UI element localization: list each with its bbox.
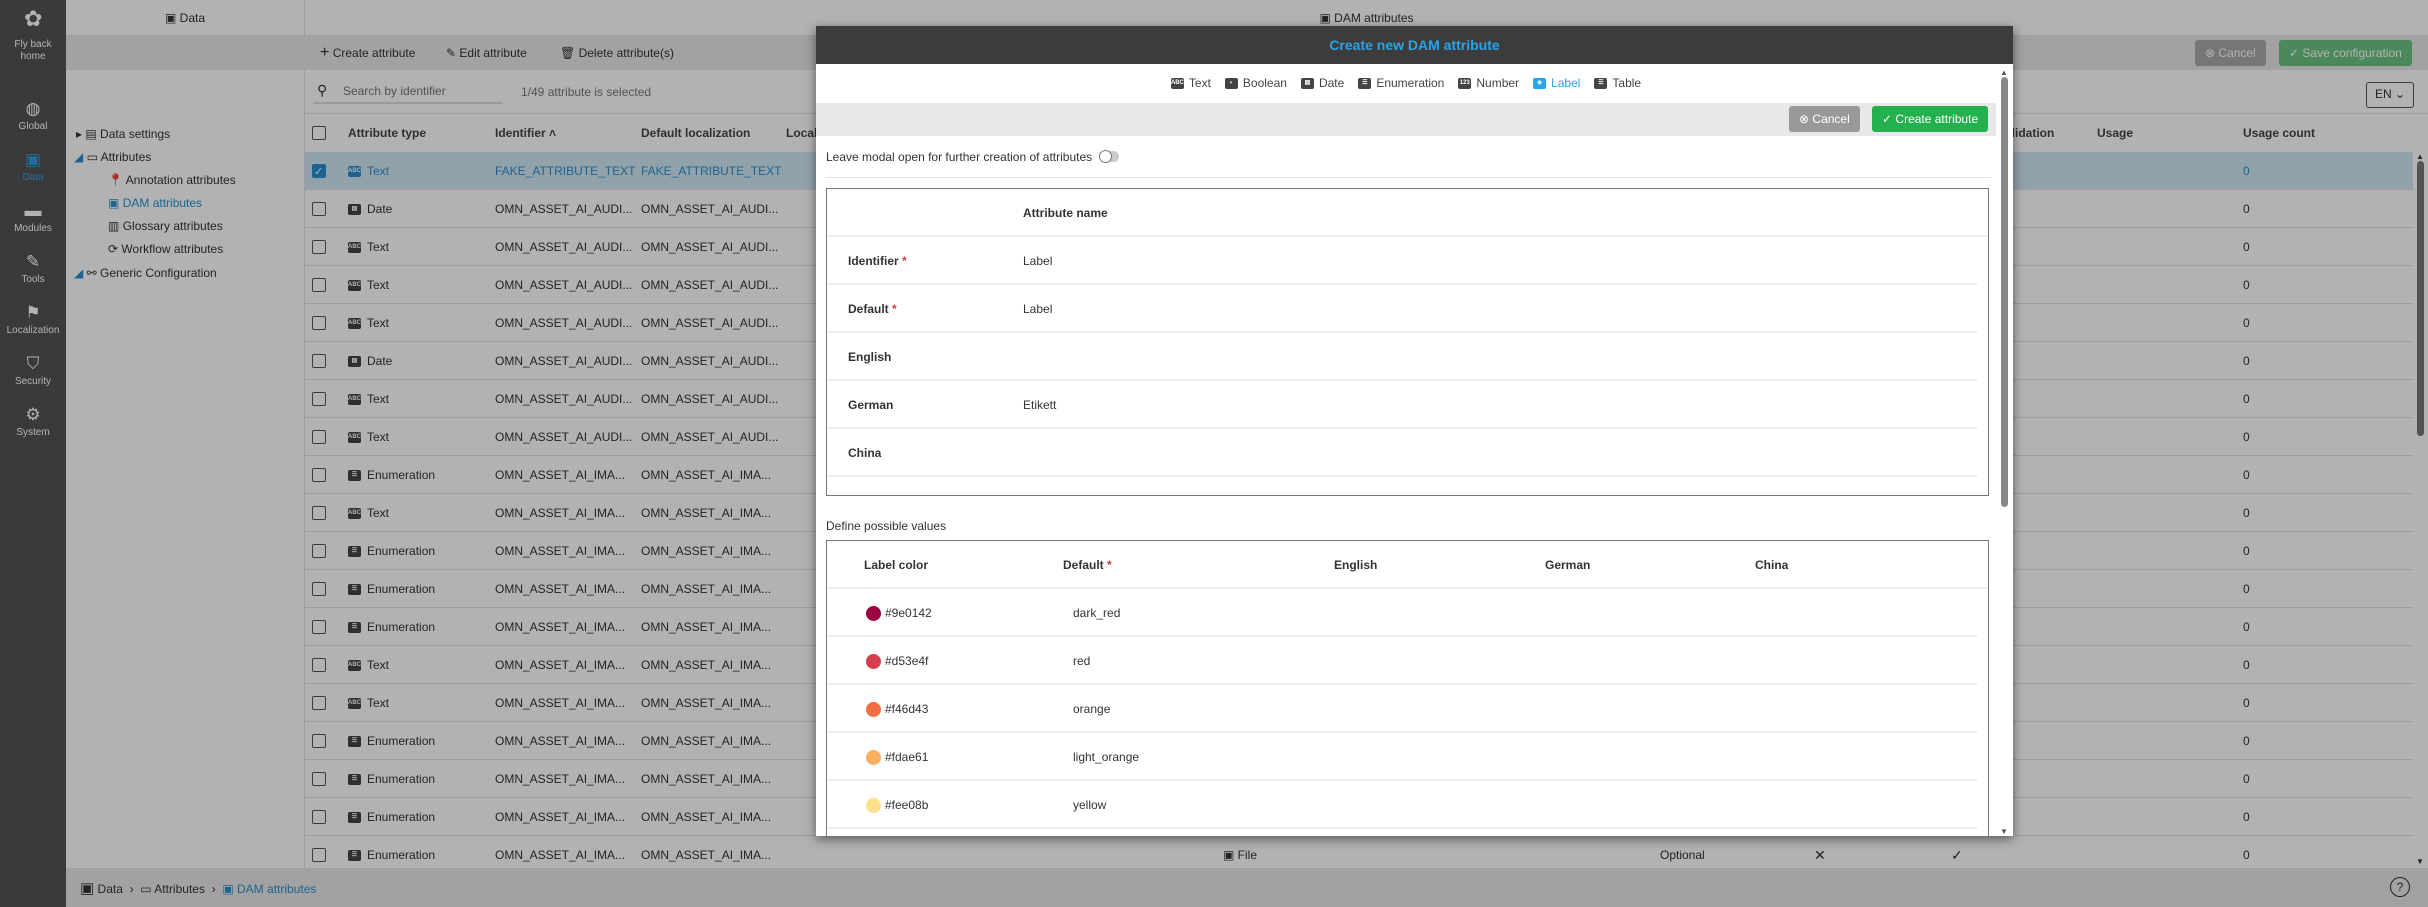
color-hex: #f46d43 bbox=[885, 702, 929, 716]
type-tab-label: Text bbox=[1188, 76, 1211, 90]
label-type-icon: ◈ bbox=[1533, 78, 1547, 90]
attribute-type-tabs: ABC Text ◐ Boolean ▤ Date ☰ Enumeration 123 Numbe… bbox=[816, 64, 1996, 103]
modal-cancel-button[interactable]: ⊗ Cancel bbox=[1789, 106, 1860, 132]
color-hex: #fee08b bbox=[885, 798, 929, 812]
values-header-german: German bbox=[1545, 558, 1591, 572]
type-tab-boolean[interactable]: ◐ Boolean bbox=[1224, 64, 1287, 103]
type-tab-label: Date bbox=[1318, 76, 1345, 90]
modal-scrollbar[interactable]: ▲ ▼ bbox=[1998, 68, 2010, 836]
color-picker[interactable]: #fdae61 bbox=[866, 733, 928, 781]
create-attribute-submit-button[interactable]: ✓ Create attribute bbox=[1872, 106, 1989, 132]
field-label-text: Default bbox=[848, 302, 889, 316]
value-row: #fee08b yellow bbox=[827, 781, 1977, 829]
type-tab-number[interactable]: 123 Number bbox=[1458, 64, 1519, 103]
field-label-text: German bbox=[848, 398, 894, 412]
required-marker: * bbox=[902, 254, 907, 268]
values-header-default: Default * bbox=[1063, 541, 1112, 589]
field-input-german[interactable]: Etikett bbox=[1023, 381, 1923, 429]
type-tab-enumeration[interactable]: ☰ Enumeration bbox=[1358, 64, 1444, 103]
field-label-text: English bbox=[848, 350, 892, 364]
value-default[interactable]: yellow bbox=[1073, 781, 1106, 829]
field-value: Label bbox=[1023, 302, 1053, 316]
create-attribute-modal: Create new DAM attribute ABC Text ◐ Boolean… bbox=[816, 26, 2013, 836]
field-row-identifier: Identifier * Label bbox=[827, 237, 1977, 285]
attribute-name-header: Attribute name bbox=[827, 189, 1987, 237]
create-attribute-submit-label: Create attribute bbox=[1895, 112, 1979, 126]
modal-actions: ⊗ Cancel ✓ Create attribute bbox=[816, 103, 1996, 136]
check-icon: ✓ bbox=[1882, 112, 1893, 126]
required-marker: * bbox=[1107, 558, 1112, 572]
field-row-default: Default * Label bbox=[827, 285, 1977, 333]
close-circle-icon: ⊗ bbox=[1799, 112, 1810, 126]
value-default[interactable]: dark_red bbox=[1073, 589, 1120, 637]
color-swatch-icon bbox=[866, 654, 881, 670]
field-label: China bbox=[848, 429, 881, 477]
attribute-name-table: Attribute name Identifier * Label Default … bbox=[826, 188, 1989, 496]
type-tab-label: Number bbox=[1476, 76, 1520, 90]
type-tab-label: Table bbox=[1612, 76, 1642, 90]
field-label-text: China bbox=[848, 446, 882, 460]
field-label: German bbox=[848, 381, 893, 429]
required-marker: * bbox=[892, 302, 897, 316]
date-type-icon: ▤ bbox=[1300, 78, 1314, 90]
color-swatch-icon bbox=[866, 798, 881, 814]
value-row: #f46d43 orange bbox=[827, 685, 1977, 733]
field-input-identifier[interactable]: Label bbox=[1023, 237, 1923, 285]
values-header-default-label: Default bbox=[1063, 558, 1104, 572]
type-tab-table[interactable]: ☰ Table bbox=[1594, 64, 1641, 103]
text-type-icon: ABC bbox=[1170, 78, 1184, 90]
boolean-type-icon: ◐ bbox=[1224, 78, 1238, 90]
type-tab-text[interactable]: ABC Text bbox=[1170, 64, 1211, 103]
values-header: Label color Default * English German Chi… bbox=[827, 541, 1987, 589]
type-tab-label: Enumeration bbox=[1376, 76, 1445, 90]
values-header-english: English bbox=[1334, 558, 1378, 572]
leave-open-row: Leave modal open for further creation of… bbox=[826, 150, 1991, 178]
values-header-china: China bbox=[1755, 558, 1789, 572]
field-row-english: English bbox=[827, 333, 1977, 381]
color-picker[interactable]: #9e0142 bbox=[866, 589, 932, 637]
leave-open-label: Leave modal open for further creation of… bbox=[826, 150, 1093, 164]
type-tab-label: Label bbox=[1551, 76, 1581, 90]
number-type-icon: 123 bbox=[1458, 78, 1472, 90]
field-value: Label bbox=[1023, 254, 1053, 268]
value-default[interactable]: light_orange bbox=[1073, 733, 1139, 781]
color-picker[interactable]: #fee08b bbox=[866, 781, 928, 829]
color-hex: #d53e4f bbox=[885, 654, 929, 668]
field-label: Default * bbox=[848, 285, 897, 333]
modal-title: Create new DAM attribute bbox=[816, 26, 2013, 64]
value-row: #9e0142 dark_red bbox=[827, 589, 1977, 637]
value-default[interactable]: orange bbox=[1073, 685, 1110, 733]
field-row-german: German Etikett bbox=[827, 381, 1977, 429]
field-value: Etikett bbox=[1023, 398, 1057, 412]
value-default[interactable]: red bbox=[1073, 637, 1090, 685]
values-title: Define possible values bbox=[826, 519, 947, 533]
leave-open-toggle[interactable] bbox=[1099, 150, 1119, 163]
field-input-default[interactable]: Label bbox=[1023, 285, 1923, 333]
color-swatch-icon bbox=[866, 702, 881, 718]
attribute-name-header-label: Attribute name bbox=[1023, 206, 1108, 220]
color-hex: #9e0142 bbox=[885, 606, 932, 620]
type-tab-date[interactable]: ▤ Date bbox=[1300, 64, 1345, 103]
possible-values-table: Label color Default * English German Chi… bbox=[826, 540, 1989, 836]
field-input-english[interactable] bbox=[1023, 333, 1923, 381]
value-row: #fdae61 light_orange bbox=[827, 733, 1977, 781]
enumeration-type-icon: ☰ bbox=[1358, 78, 1372, 90]
field-row-china: China bbox=[827, 429, 1977, 477]
type-tab-label[interactable]: ◈ Label bbox=[1533, 64, 1580, 103]
field-input-china[interactable] bbox=[1023, 429, 1923, 477]
modal-cancel-label: Cancel bbox=[1812, 112, 1850, 126]
color-picker[interactable]: #f46d43 bbox=[866, 685, 928, 733]
color-swatch-icon bbox=[866, 606, 881, 622]
color-swatch-icon bbox=[866, 750, 881, 766]
table-type-icon: ☰ bbox=[1594, 78, 1608, 90]
field-label-text: Identifier bbox=[848, 254, 899, 268]
value-row: #d53e4f red bbox=[827, 637, 1977, 685]
type-tab-label: Boolean bbox=[1242, 76, 1287, 90]
color-hex: #fdae61 bbox=[885, 750, 929, 764]
color-picker[interactable]: #d53e4f bbox=[866, 637, 928, 685]
field-label: Identifier * bbox=[848, 237, 907, 285]
values-header-color: Label color bbox=[864, 558, 929, 572]
field-label: English bbox=[848, 333, 891, 381]
